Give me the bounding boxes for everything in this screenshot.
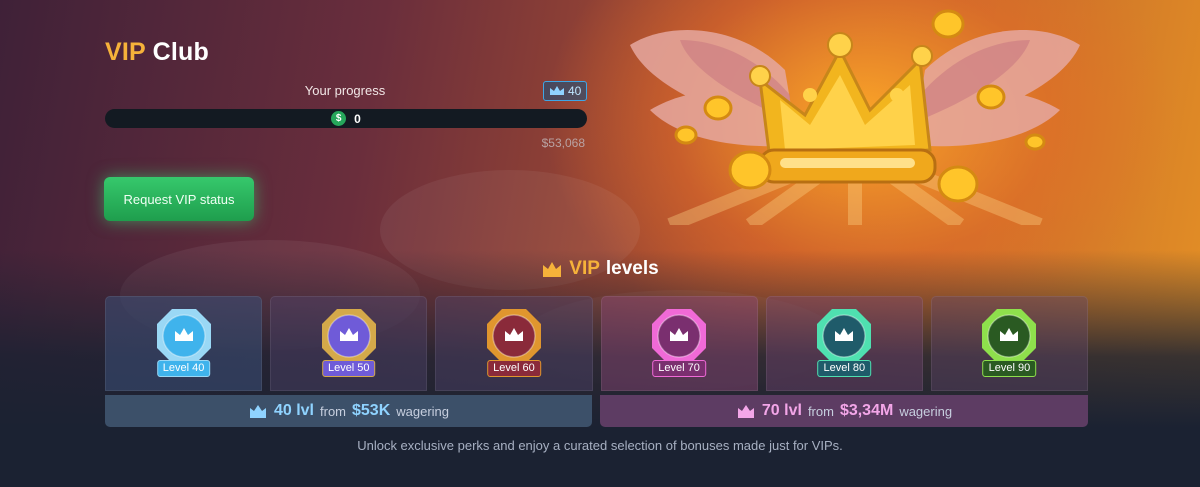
level-card[interactable]: Level 80 [765, 296, 923, 391]
tier-amount: $3,34M [839, 402, 894, 419]
vip-crown-illustration [630, 9, 1080, 225]
progress-target-amount: $53,068 [541, 136, 585, 150]
progress-label: Your progress [304, 83, 386, 98]
level-card[interactable]: Level 40 [105, 296, 263, 391]
level-emblem-icon [156, 309, 211, 363]
level-tag: Level 60 [487, 360, 541, 377]
progress-value: 0 [354, 111, 361, 126]
tier-bar-70: 70 lvl from $3,34M wagering [600, 395, 1088, 427]
dollar-coin-icon: $ [331, 111, 347, 126]
level-emblem-icon [652, 309, 707, 363]
vip-levels-heading: VIP levels [0, 258, 1200, 280]
level-tag: Level 70 [652, 360, 706, 377]
tier-level: 40 lvl [273, 402, 314, 419]
tier-suffix: wagering [396, 403, 450, 419]
tier-from: from [320, 403, 346, 419]
level-emblem-icon [321, 309, 376, 363]
vip-progress-bar: $ 0 [105, 109, 587, 128]
levels-title-rest: levels [605, 258, 659, 279]
title-club: Club [152, 38, 209, 66]
levels-title-vip: VIP [569, 258, 600, 279]
level-tag: Level 50 [321, 360, 376, 377]
tier-from: from [807, 403, 834, 419]
level-card[interactable]: Level 90 [930, 296, 1089, 391]
request-vip-status-button[interactable]: Request VIP status [104, 177, 254, 221]
crown-icon [543, 262, 562, 277]
tier-suffix: wagering [899, 403, 953, 419]
tier-bar-40: 40 lvl from $53K wagering [105, 395, 592, 427]
level-card[interactable]: Level 70 [600, 296, 758, 391]
current-level-badge: 40 [543, 81, 588, 101]
level-card[interactable]: Level 50 [270, 296, 428, 391]
page-title: VIP Club [105, 38, 209, 67]
vip-level-cards: Level 40 Level 50 Level 60 Level 70 Leve… [105, 296, 1089, 391]
crown-icon [249, 404, 266, 418]
level-emblem-icon [982, 309, 1037, 363]
tier-amount: $53K [352, 402, 391, 419]
crown-icon [550, 86, 564, 95]
level-tag: Level 90 [982, 360, 1037, 377]
title-vip: VIP [105, 38, 146, 66]
level-emblem-icon [486, 309, 541, 363]
current-level-value: 40 [568, 84, 582, 98]
level-card[interactable]: Level 60 [435, 296, 593, 391]
level-tag: Level 80 [817, 360, 872, 377]
tier-level: 70 lvl [761, 402, 802, 419]
level-emblem-icon [817, 309, 872, 363]
vip-description: Unlock exclusive perks and enjoy a curat… [357, 438, 843, 453]
crown-icon [737, 404, 754, 418]
level-tag: Level 40 [156, 360, 211, 377]
